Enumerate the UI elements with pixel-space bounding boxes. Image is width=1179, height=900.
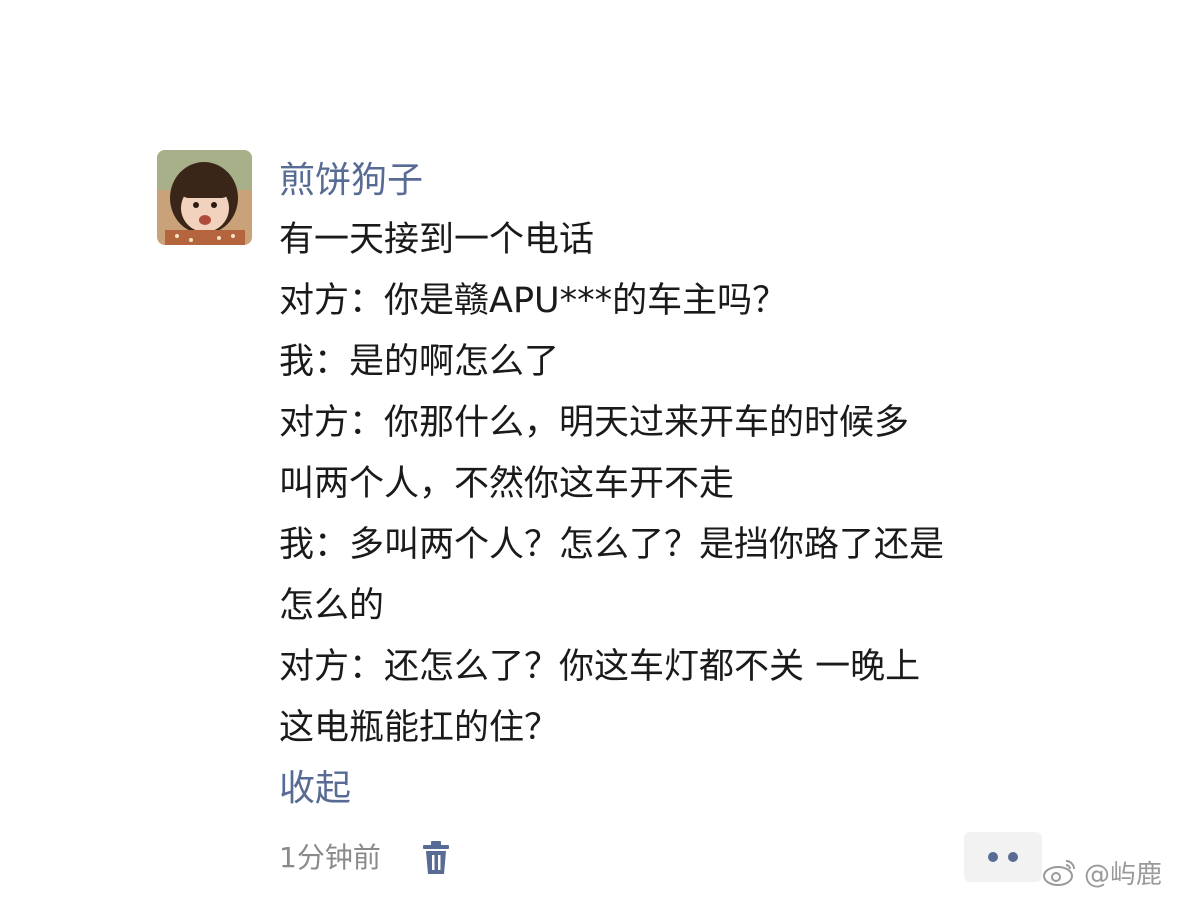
more-dots-icon — [988, 852, 998, 862]
post-body: 煎饼狗子 有一天接到一个电话 对方：你是赣APU***的车主吗？ 我：是的啊怎么… — [279, 152, 1079, 819]
post-line: 叫两个人，不然你这车开不走 — [279, 464, 735, 504]
post-line: 对方：你那什么，明天过来开车的时候多 — [279, 403, 910, 443]
trash-icon[interactable] — [420, 840, 452, 876]
moments-post-screen: 煎饼狗子 有一天接到一个电话 对方：你是赣APU***的车主吗？ 我：是的啊怎么… — [0, 0, 1179, 900]
post-line: 我：是的啊怎么了 — [279, 342, 560, 382]
post-line: 有一天接到一个电话 — [279, 220, 595, 260]
more-dots-icon — [1008, 852, 1018, 862]
post-line: 我：多叫两个人？怎么了？是挡你路了还是 — [279, 525, 945, 565]
post-line: 对方：你是赣APU***的车主吗？ — [279, 281, 788, 321]
weibo-logo-icon — [1043, 860, 1075, 886]
avatar-photo-icon — [157, 150, 252, 245]
more-options-button[interactable] — [964, 832, 1042, 882]
post-text: 有一天接到一个电话 对方：你是赣APU***的车主吗？ 我：是的啊怎么了 对方：… — [279, 210, 1079, 759]
watermark: @屿鹿 — [1042, 852, 1162, 892]
post-line: 怎么的 — [279, 586, 385, 626]
post-username[interactable]: 煎饼狗子 — [279, 152, 1079, 210]
post-line: 对方：还怎么了？你这车灯都不关 一晚上 — [279, 647, 921, 687]
post-timestamp: 1分钟前 — [279, 841, 381, 874]
collapse-link[interactable]: 收起 — [279, 759, 1079, 819]
post-line: 这电瓶能扛的住？ — [279, 708, 560, 748]
avatar[interactable] — [157, 150, 252, 245]
watermark-text: @屿鹿 — [1084, 859, 1163, 890]
